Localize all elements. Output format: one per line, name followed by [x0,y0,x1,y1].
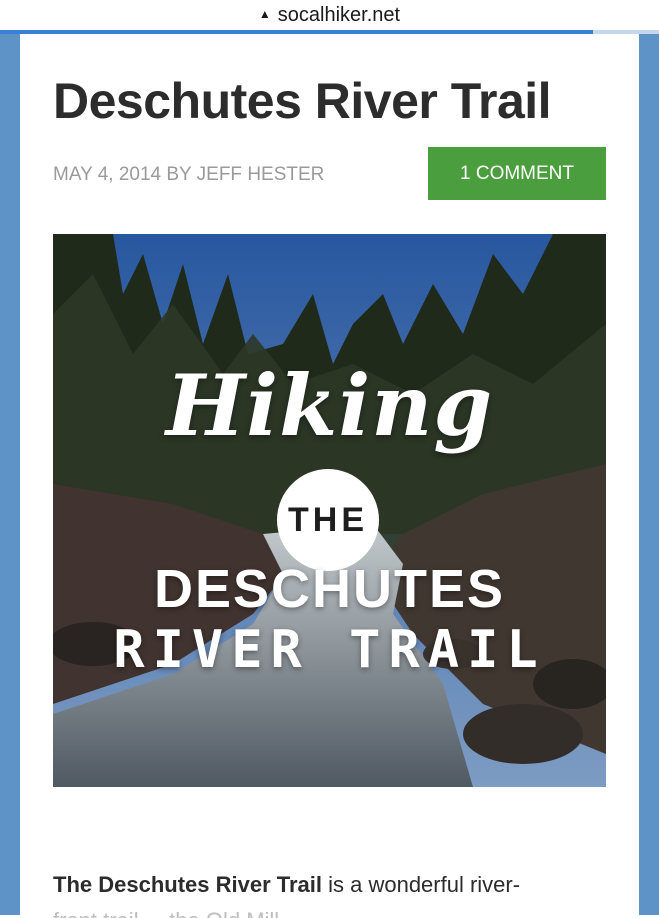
hero-badge: THE [277,469,379,571]
post-meta: MAY 4, 2014 BY JEFF HESTER [53,164,325,185]
intro-text: is a wonderful river- [322,872,521,897]
hero-script-text: Hiking [165,356,494,455]
intro-bold-lead: The Deschutes River Trail [53,872,322,897]
hero-title-line2: RIVER TRAIL [113,620,546,680]
site-background-right [639,34,659,915]
hero-image: Hiking THE DESCHUTES RIVER TRAIL [53,234,606,787]
comments-button[interactable]: 1 COMMENT [428,147,606,200]
article-card: Deschutes River Trail MAY 4, 2014 BY JEF… [20,34,639,918]
intro-paragraph-next-line: front trail ... the Old Mill [53,908,613,918]
address-bar[interactable]: ▲ socalhiker.net [0,0,659,30]
lock-icon: ▲ [258,7,271,21]
site-background-left [0,34,20,915]
post-title: Deschutes River Trail [53,73,552,129]
hero-title-line1: DESCHUTES [153,559,506,619]
intro-paragraph: The Deschutes River Trail is a wonderful… [53,872,613,898]
url-text: socalhiker.net [277,3,401,26]
